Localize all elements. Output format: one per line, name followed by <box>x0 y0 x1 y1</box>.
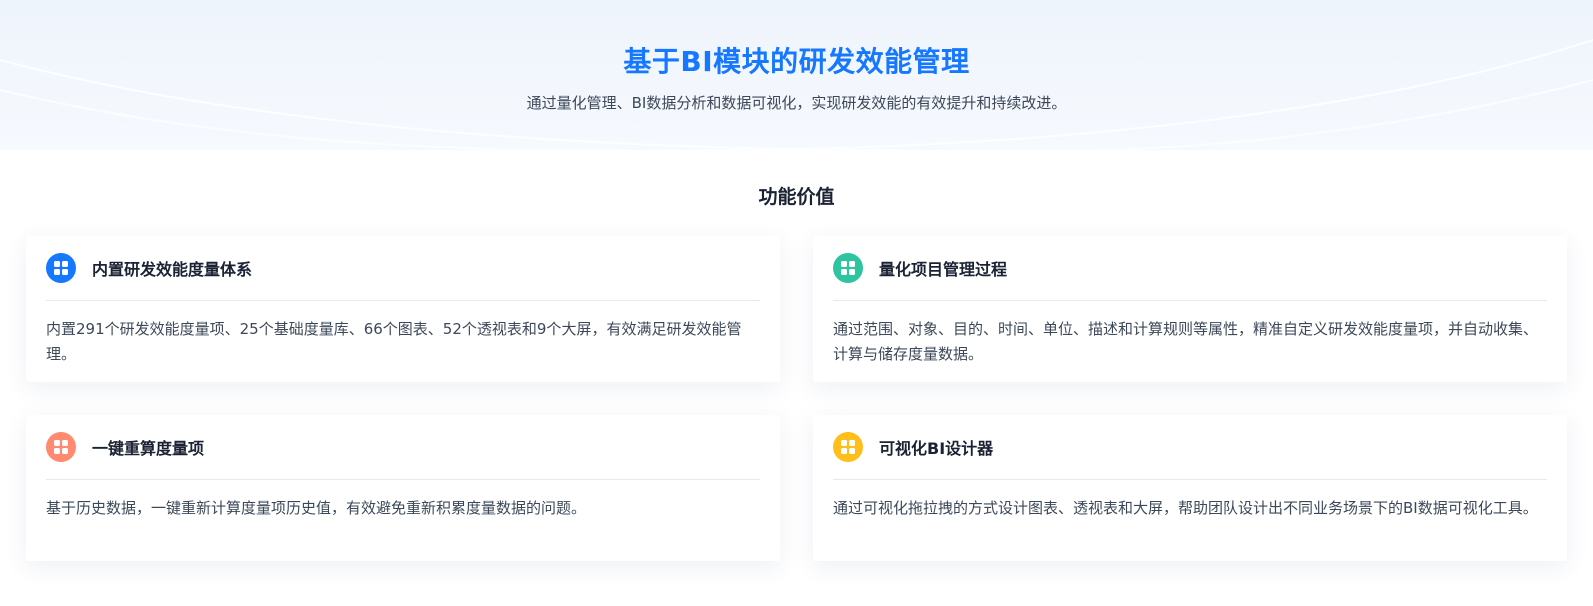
feature-card-quantify-process: 量化项目管理过程 通过范围、对象、目的、时间、单位、描述和计算规则等属性，精准自… <box>813 236 1567 382</box>
page-subtitle: 通过量化管理、BI数据分析和数据可视化，实现研发效能的有效提升和持续改进。 <box>526 94 1067 112</box>
card-header: 可视化BI设计器 <box>833 415 1547 480</box>
feature-card-recalculate: 一键重算度量项 基于历史数据，一键重新计算度量项历史值，有效避免重新积累度量数据… <box>26 415 780 561</box>
card-title: 可视化BI设计器 <box>879 439 994 458</box>
grid-icon <box>46 253 76 283</box>
grid-icon <box>833 432 863 462</box>
feature-card-builtin-metrics: 内置研发效能度量体系 内置291个研发效能度量项、25个基础度量库、66个图表、… <box>26 236 780 382</box>
card-description: 基于历史数据，一键重新计算度量项历史值，有效避免重新积累度量数据的问题。 <box>46 499 587 517</box>
grid-icon <box>46 432 76 462</box>
card-title: 内置研发效能度量体系 <box>92 260 253 279</box>
card-header: 一键重算度量项 <box>46 415 760 480</box>
card-description: 内置291个研发效能度量项、25个基础度量库、66个图表、52个透视表和9个大屏… <box>46 320 742 363</box>
feature-card-bi-designer: 可视化BI设计器 通过可视化拖拉拽的方式设计图表、透视表和大屏，帮助团队设计出不… <box>813 415 1567 561</box>
grid-icon <box>833 253 863 283</box>
section-title: 功能价值 <box>758 186 835 208</box>
page-title: 基于BI模块的研发效能管理 <box>623 45 970 78</box>
card-description: 通过范围、对象、目的、时间、单位、描述和计算规则等属性，精准自定义研发效能度量项… <box>833 320 1539 363</box>
card-title: 量化项目管理过程 <box>879 260 1008 279</box>
card-header: 内置研发效能度量体系 <box>46 236 760 301</box>
feature-card-grid: 内置研发效能度量体系 内置291个研发效能度量项、25个基础度量库、66个图表、… <box>26 236 1567 561</box>
card-title: 一键重算度量项 <box>92 439 205 458</box>
card-header: 量化项目管理过程 <box>833 236 1547 301</box>
hero-banner: 基于BI模块的研发效能管理 通过量化管理、BI数据分析和数据可视化，实现研发效能… <box>0 0 1593 150</box>
card-description: 通过可视化拖拉拽的方式设计图表、透视表和大屏，帮助团队设计出不同业务场景下的BI… <box>833 499 1538 517</box>
